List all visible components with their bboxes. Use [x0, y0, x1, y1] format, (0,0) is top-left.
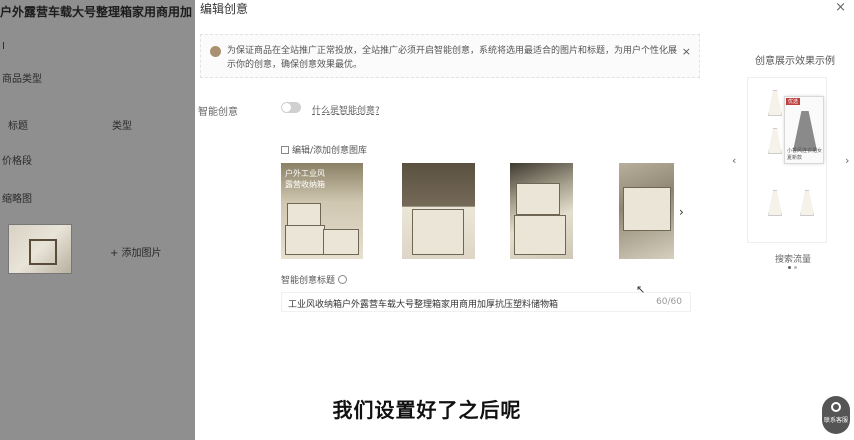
background-page-title: 户外露营车载大号整理箱家用商用加 [0, 5, 193, 19]
mouse-cursor-icon: ↖ [636, 283, 646, 296]
storage-box-shape [623, 187, 671, 231]
creative-image-1[interactable]: 户外工业风 露营收纳箱 [281, 163, 363, 259]
smart-title-input[interactable]: 工业风收纳箱户外露营车载大号整理箱家用商用加厚抗压塑料储物箱 60/60 [281, 292, 691, 312]
smart-creative-help-link[interactable]: 什么是智能创意? [312, 103, 380, 116]
highlighted-product-card: 优选 小香风连衣裙女夏新款 [784, 96, 824, 164]
smart-creative-toggle[interactable] [281, 102, 301, 113]
background-label: 标题 [8, 121, 28, 132]
preview-title: 创意展示效果示例 [755, 56, 835, 67]
storage-box-shape [516, 183, 560, 215]
edit-creative-modal: 编辑创意 × 为保证商品在全站推广正常投放，全站推广必须开启智能创意，系统将选用… [195, 0, 854, 440]
creative-image-2[interactable] [402, 163, 475, 259]
background-label: 商品类型 [2, 74, 42, 85]
smart-title-char-count: 60/60 [656, 297, 682, 307]
background-label: 缩略图 [2, 194, 32, 205]
storage-box-shape [514, 215, 566, 255]
storage-box-shape [412, 209, 464, 255]
preview-caption: 搜索流量 [775, 255, 812, 265]
background-label: 类型 [112, 121, 132, 132]
video-subtitle: 我们设置好了之后呢 [332, 398, 522, 422]
carousel-dot[interactable] [794, 266, 797, 269]
headset-icon [831, 402, 841, 412]
storage-box-shape [287, 203, 321, 227]
dress-thumbnail [768, 128, 782, 154]
carousel-dot-active[interactable] [788, 266, 791, 269]
preview-card: 优选 小香风连衣裙女夏新款 [747, 77, 827, 243]
storage-box-shape [285, 225, 325, 255]
close-icon[interactable]: × [835, 0, 846, 15]
info-icon [210, 46, 221, 57]
modal-title: 编辑创意 [200, 2, 249, 16]
creative-image-3[interactable] [510, 163, 573, 259]
background-label: I [2, 41, 5, 52]
smart-title-label: 智能创意标题 [281, 273, 348, 286]
product-tag: 优选 [786, 98, 801, 105]
background-label: 价格段 [2, 156, 32, 167]
background-page: 户外露营车载大号整理箱家用商用加 I 商品类型 标题 类型 价格段 缩略图 + … [0, 0, 195, 440]
storage-box-shape [323, 229, 359, 255]
notice-text: 为保证商品在全站推广正常投放，全站推广必须开启智能创意，系统将选用最适合的图片和… [227, 46, 678, 70]
dress-thumbnail [768, 90, 782, 116]
dress-thumbnail [768, 190, 782, 216]
dress-image [793, 111, 817, 151]
customer-service-label: 联系客服 [824, 417, 849, 424]
dress-thumbnail [800, 190, 814, 216]
smart-title-value: 工业风收纳箱户外露营车载大号整理箱家用商用加厚抗压塑料储物箱 [288, 300, 559, 310]
notice-close-icon[interactable]: × [682, 45, 691, 58]
product-caption: 小香风连衣裙女夏新款 [787, 148, 823, 161]
smart-creative-label: 智能创意 [198, 107, 238, 118]
preview-next-arrow-icon[interactable]: › [845, 154, 849, 167]
background-thumbnail [8, 224, 72, 274]
gallery-label[interactable]: 编辑/添加创意图库 [281, 143, 367, 156]
customer-service-button[interactable]: 联系客服 [822, 396, 850, 434]
creative-image-4[interactable] [619, 163, 674, 259]
gallery-label-text: 编辑/添加创意图库 [292, 146, 368, 156]
notice-banner: 为保证商品在全站推广正常投放，全站推广必须开启智能创意，系统将选用最适合的图片和… [200, 34, 700, 78]
question-icon[interactable] [338, 275, 348, 284]
smart-title-label-text: 智能创意标题 [281, 276, 336, 286]
background-add-image-link[interactable]: + 添加图片 [110, 244, 162, 259]
edit-icon [281, 146, 289, 154]
gallery-next-arrow-icon[interactable]: › [679, 205, 684, 219]
creative-image-1-text: 户外工业风 露营收纳箱 [285, 169, 325, 189]
preview-prev-arrow-icon[interactable]: ‹ [732, 154, 736, 167]
